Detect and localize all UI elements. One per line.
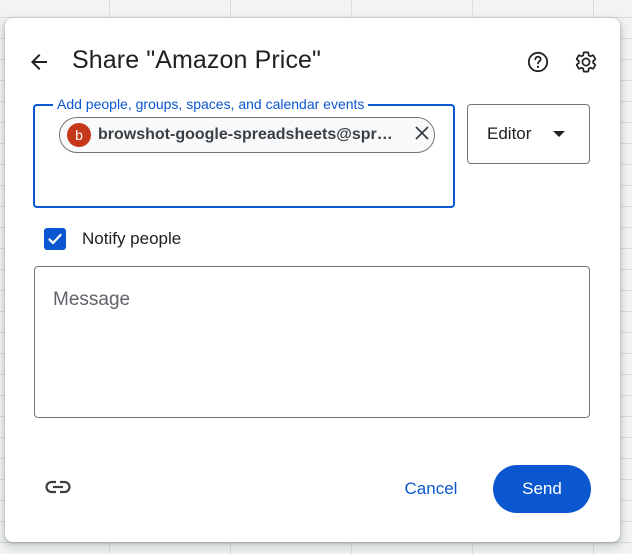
checkmark-icon <box>48 233 62 245</box>
add-people-label: Add people, groups, spaces, and calendar… <box>53 96 369 112</box>
back-button[interactable] <box>23 48 55 80</box>
settings-button[interactable] <box>572 50 600 78</box>
share-dialog: Share "Amazon Price" Add people, groups,… <box>5 18 620 542</box>
role-selected-value: Editor <box>487 124 532 143</box>
notify-people-row: Notify people <box>44 228 181 250</box>
notify-people-label: Notify people <box>82 229 182 248</box>
message-placeholder: Message <box>53 289 131 310</box>
close-icon <box>414 125 430 146</box>
caret-down-icon <box>552 129 566 139</box>
remove-recipient-button[interactable] <box>412 125 432 145</box>
recipient-email: browshot-google-spreadsheets@spr… <box>98 126 393 143</box>
add-people-field[interactable]: Add people, groups, spaces, and calendar… <box>33 96 455 208</box>
help-button[interactable] <box>524 50 552 78</box>
role-dropdown[interactable]: Editor <box>467 104 590 164</box>
arrow-back-icon <box>27 50 51 79</box>
recipient-chip[interactable]: b browshot-google-spreadsheets@spr… <box>59 117 435 153</box>
dialog-title: Share "Amazon Price" <box>72 46 322 74</box>
gear-icon <box>574 50 598 79</box>
send-button[interactable]: Send <box>493 465 591 513</box>
help-circle-icon <box>526 50 550 79</box>
link-icon <box>45 480 71 499</box>
cancel-button[interactable]: Cancel <box>389 466 473 512</box>
message-textarea[interactable]: Message <box>34 266 590 418</box>
notify-people-checkbox[interactable] <box>44 228 66 250</box>
copy-link-button[interactable] <box>44 475 72 503</box>
avatar: b <box>67 123 91 147</box>
